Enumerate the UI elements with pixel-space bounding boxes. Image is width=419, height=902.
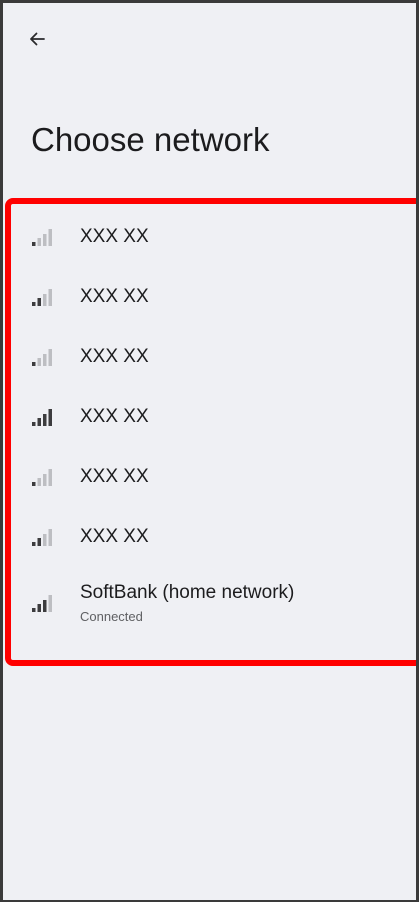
- signal-icon: [32, 469, 52, 486]
- network-item[interactable]: XXX XX: [3, 447, 416, 507]
- network-item[interactable]: XXX XX: [3, 387, 416, 447]
- network-item[interactable]: XXX XX: [3, 267, 416, 327]
- network-text: XXX XX: [80, 286, 149, 308]
- network-text: XXX XX: [80, 346, 149, 368]
- signal-icon: [32, 289, 52, 306]
- network-text: XXX XX: [80, 466, 149, 488]
- network-text: SoftBank (home network) Connected: [80, 582, 294, 624]
- network-name: XXX XX: [80, 286, 149, 307]
- arrow-back-icon: [30, 32, 45, 46]
- signal-icon: [32, 349, 52, 366]
- signal-icon: [32, 529, 52, 546]
- network-item[interactable]: XXX XX: [3, 327, 416, 387]
- signal-icon: [32, 595, 52, 612]
- network-text: XXX XX: [80, 226, 149, 248]
- network-item-connected[interactable]: SoftBank (home network) Connected: [3, 567, 416, 639]
- network-name: XXX XX: [80, 346, 149, 367]
- network-status: Connected: [80, 609, 143, 624]
- page-title: Choose network: [31, 121, 270, 158]
- network-name: XXX XX: [80, 466, 149, 487]
- network-text: XXX XX: [80, 406, 149, 428]
- back-button[interactable]: [21, 23, 53, 55]
- network-item[interactable]: XXX XX: [3, 207, 416, 267]
- phone-screen: Choose network XXX XX XXX XX XXX XX XXX …: [0, 0, 419, 902]
- network-list: XXX XX XXX XX XXX XX XXX XX XXX XX XXX X…: [3, 207, 416, 639]
- network-item[interactable]: XXX XX: [3, 507, 416, 567]
- network-text: XXX XX: [80, 526, 149, 548]
- signal-icon: [32, 229, 52, 246]
- network-name: XXX XX: [80, 526, 149, 547]
- network-name: XXX XX: [80, 406, 149, 427]
- network-name: XXX XX: [80, 226, 149, 247]
- network-name: SoftBank (home network): [80, 582, 295, 603]
- signal-icon: [32, 409, 52, 426]
